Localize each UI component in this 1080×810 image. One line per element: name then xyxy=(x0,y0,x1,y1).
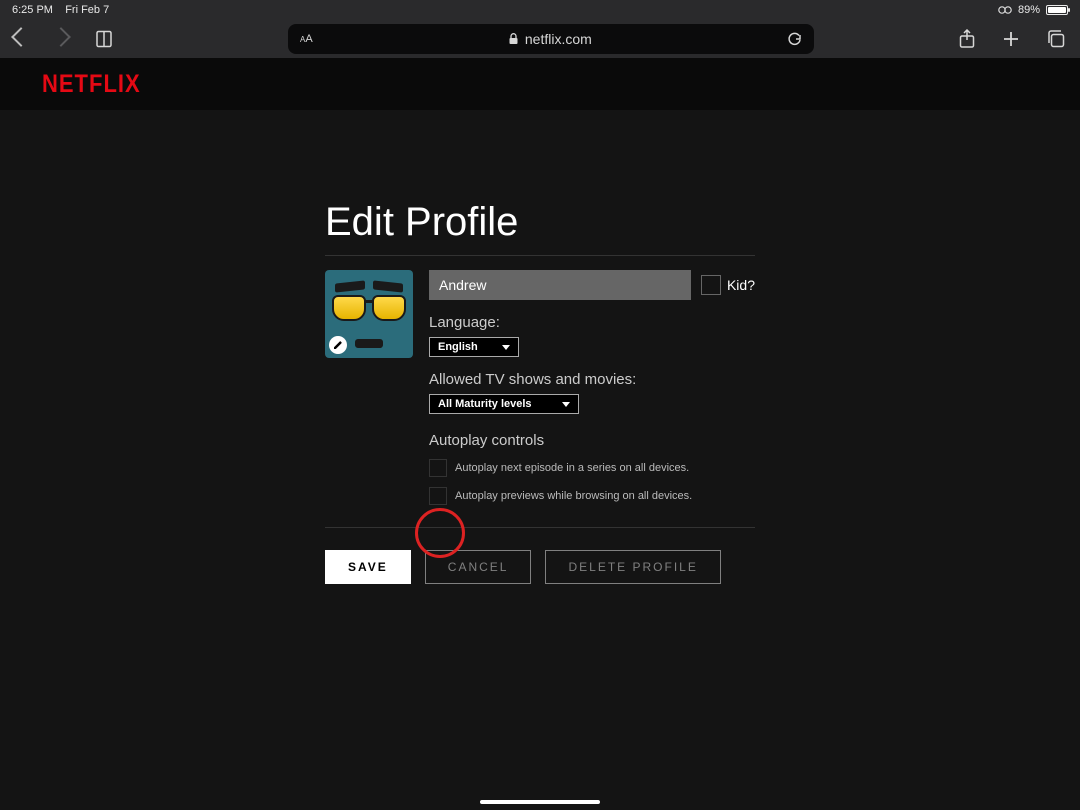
battery-percent: 89% xyxy=(1018,4,1040,16)
profile-avatar[interactable] xyxy=(325,270,413,358)
back-button[interactable] xyxy=(14,30,28,49)
status-right: 89% xyxy=(998,4,1068,16)
autoplay-previews-label: Autoplay previews while browsing on all … xyxy=(455,490,692,502)
autoplay-next-label: Autoplay next episode in a series on all… xyxy=(455,462,689,474)
bookmarks-button[interactable] xyxy=(94,29,114,49)
language-value: English xyxy=(438,341,478,353)
chevron-down-icon xyxy=(502,345,510,350)
battery-icon xyxy=(1046,5,1068,15)
privacy-icon xyxy=(998,5,1012,15)
save-button[interactable]: SAVE xyxy=(325,550,411,584)
tabs-button[interactable] xyxy=(1046,29,1066,49)
reload-button[interactable] xyxy=(787,32,802,47)
lock-icon xyxy=(508,33,519,45)
address-bar[interactable]: AAAA netflix.com xyxy=(288,24,814,54)
netflix-logo[interactable]: NETFLIX xyxy=(42,69,141,99)
browser-toolbar: AAAA netflix.com xyxy=(0,20,1080,58)
chevron-down-icon xyxy=(562,402,570,407)
language-select[interactable]: English xyxy=(429,337,519,357)
autoplay-section-label: Autoplay controls xyxy=(429,432,755,449)
autoplay-next-checkbox[interactable] xyxy=(429,459,447,477)
delete-profile-button[interactable]: DELETE PROFILE xyxy=(545,550,720,584)
maturity-select[interactable]: All Maturity levels xyxy=(429,394,579,414)
cancel-button[interactable]: CANCEL xyxy=(425,550,532,584)
new-tab-button[interactable] xyxy=(1002,30,1020,48)
language-label: Language: xyxy=(429,314,755,331)
kid-label: Kid? xyxy=(727,277,755,293)
divider xyxy=(325,527,755,528)
autoplay-previews-checkbox[interactable] xyxy=(429,487,447,505)
ipad-status-bar: 6:25 PM Fri Feb 7 89% xyxy=(0,0,1080,20)
edit-avatar-icon[interactable] xyxy=(329,336,347,354)
home-indicator xyxy=(480,800,600,804)
forward-button[interactable] xyxy=(54,30,68,49)
status-date: Fri Feb 7 xyxy=(65,4,109,16)
maturity-value: All Maturity levels xyxy=(438,398,532,410)
profile-name-input[interactable] xyxy=(429,270,691,300)
maturity-label: Allowed TV shows and movies: xyxy=(429,371,755,388)
netflix-header: NETFLIX xyxy=(0,58,1080,110)
reader-button[interactable]: AAAA xyxy=(300,33,313,45)
kid-checkbox[interactable] xyxy=(701,275,721,295)
page-body: Edit Profile Kid? xyxy=(0,110,1080,584)
url-text: netflix.com xyxy=(525,31,592,47)
url-display: netflix.com xyxy=(508,31,592,47)
share-button[interactable] xyxy=(958,29,976,49)
status-time: 6:25 PM xyxy=(12,4,53,16)
status-left: 6:25 PM Fri Feb 7 xyxy=(12,4,109,16)
page-title: Edit Profile xyxy=(325,200,755,245)
